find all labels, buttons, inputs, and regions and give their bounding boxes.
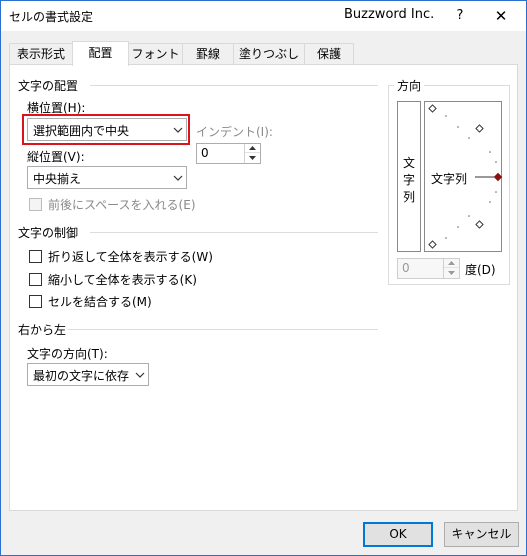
horizontal-alignment-value: 選択範囲内で中央	[33, 124, 130, 138]
cancel-button[interactable]: キャンセル	[444, 522, 519, 547]
spin-down-icon[interactable]	[444, 268, 459, 277]
right-to-left-group-label: 右から左	[18, 323, 67, 337]
right-to-left-divider	[68, 329, 378, 330]
vertical-text-char: 字	[402, 173, 415, 187]
text-alignment-group-label: 文字の配置	[18, 79, 79, 93]
dialog-title: セルの書式設定	[9, 10, 94, 24]
indent-value: 0	[201, 146, 209, 160]
tab-number[interactable]: 表示形式	[9, 43, 73, 65]
alignment-panel: 文字の配置 横位置(H): 選択範囲内で中央 インデント(I): 0 縦位置(V…	[9, 64, 518, 511]
indent-label: インデント(I):	[196, 125, 273, 139]
spin-up-icon[interactable]	[245, 144, 260, 153]
title-bar: セルの書式設定 Buzzword Inc. ? ✕	[1, 1, 526, 31]
checkbox-box	[29, 197, 42, 211]
degrees-spinner[interactable]: 0	[397, 258, 460, 279]
chevron-down-icon	[130, 364, 148, 385]
format-cells-dialog: セルの書式設定 Buzzword Inc. ? ✕ 表示形式 配置 フォント 罫…	[0, 0, 527, 556]
horizontal-alignment-select[interactable]: 選択範囲内で中央	[27, 118, 187, 141]
checkbox-box	[29, 272, 42, 286]
indent-spin-buttons	[244, 144, 260, 163]
text-direction-label: 文字の方向(T):	[27, 347, 108, 361]
help-button[interactable]: ?	[449, 5, 471, 27]
tab-fill[interactable]: 塗りつぶし	[233, 43, 305, 65]
chevron-down-icon	[168, 119, 186, 140]
close-button[interactable]: ✕	[485, 3, 517, 29]
brand-label: Buzzword Inc.	[344, 7, 435, 22]
orientation-dial[interactable]: 文字列	[424, 101, 503, 252]
checkbox-box	[29, 294, 42, 308]
justify-distributed-label: 前後にスペースを入れる(E)	[48, 197, 196, 212]
merge-cells-label: セルを結合する(M)	[48, 294, 152, 309]
chevron-down-icon	[168, 167, 186, 188]
text-direction-value: 最初の文字に依存	[33, 369, 130, 383]
justify-distributed-checkbox[interactable]: 前後にスペースを入れる(E)	[29, 196, 196, 212]
vertical-text-char: 列	[402, 190, 415, 204]
vertical-alignment-value: 中央揃え	[33, 172, 82, 186]
vertical-text-button[interactable]: 文 字 列	[397, 101, 421, 252]
text-direction-select[interactable]: 最初の文字に依存	[27, 363, 149, 386]
wrap-text-checkbox[interactable]: 折り返して全体を表示する(W)	[29, 248, 213, 264]
text-control-group-label: 文字の制御	[18, 226, 79, 240]
orientation-group-label: 方向	[394, 77, 425, 94]
checkbox-box	[29, 249, 42, 263]
shrink-to-fit-label: 縮小して全体を表示する(K)	[48, 272, 197, 287]
text-control-divider	[90, 232, 378, 233]
tab-border[interactable]: 罫線	[182, 43, 234, 65]
degrees-label: 度(D)	[465, 263, 496, 277]
text-alignment-divider	[90, 85, 378, 86]
degrees-spin-buttons	[443, 259, 459, 278]
dial-text: 文字列	[431, 172, 468, 186]
vertical-label: 縦位置(V):	[27, 150, 85, 164]
merge-cells-checkbox[interactable]: セルを結合する(M)	[29, 293, 152, 309]
spin-down-icon[interactable]	[245, 153, 260, 162]
indent-spinner[interactable]: 0	[196, 143, 261, 164]
spin-up-icon[interactable]	[444, 259, 459, 268]
vertical-alignment-select[interactable]: 中央揃え	[27, 166, 187, 189]
ok-button[interactable]: OK	[363, 522, 433, 547]
vertical-text-char: 文	[402, 156, 415, 170]
tab-alignment[interactable]: 配置	[72, 41, 129, 66]
degrees-value: 0	[402, 261, 410, 275]
tab-protection[interactable]: 保護	[304, 43, 354, 65]
shrink-to-fit-checkbox[interactable]: 縮小して全体を表示する(K)	[29, 271, 197, 287]
tab-font[interactable]: フォント	[128, 43, 183, 65]
wrap-text-label: 折り返して全体を表示する(W)	[48, 249, 213, 264]
